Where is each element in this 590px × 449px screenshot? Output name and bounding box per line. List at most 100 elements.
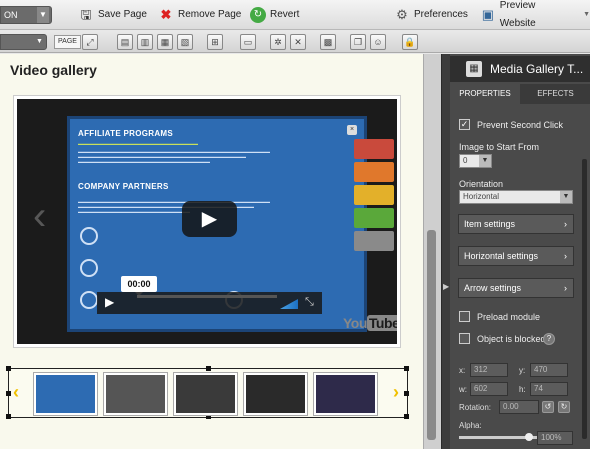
preview-website-button[interactable]: ▣ Preview Website ▼ <box>480 0 590 29</box>
arrow-settings-button[interactable]: Arrow settings › <box>458 278 574 298</box>
chevron-down-icon: ▼ <box>583 11 590 18</box>
media-gallery-icon: ▦ <box>466 61 482 77</box>
video-controls: ▶ ⤡ <box>97 292 322 314</box>
thumbnail[interactable] <box>34 373 97 415</box>
revert-button[interactable]: ↻ Revert <box>250 6 299 24</box>
help-icon[interactable]: ? <box>543 333 555 345</box>
slide-tab <box>354 231 394 251</box>
slide-text-block: ▬▬▬▬▬▬▬▬▬▬▬▬▬▬▬▬▬▬▬▬▬▬▬▬▬▬▬▬▬▬▬▬▬▬▬▬▬▬▬▬… <box>78 149 270 164</box>
orientation-select[interactable]: Horizontal ▼ <box>459 190 573 204</box>
volume-icon[interactable] <box>280 299 298 309</box>
thumbnail-strip[interactable]: ‹ › <box>6 366 409 419</box>
thumbnail[interactable] <box>174 373 237 415</box>
align-icon[interactable]: ⊞ <box>207 34 223 50</box>
panel-scrollbar[interactable] <box>582 159 587 439</box>
zoom-select[interactable]: ▼ <box>0 34 47 50</box>
x-input[interactable]: 312 <box>470 363 508 377</box>
delete-icon[interactable]: ✕ <box>290 34 306 50</box>
page-button[interactable]: PAGE <box>54 35 81 49</box>
secondary-toolbar: ▼ PAGE ⤢ ▤ ▥ ▦ ▧ ⊞ ▭ ✲ ✕ ▩ ❐ ☺ 🔒 <box>0 31 590 53</box>
rotate-right-icon[interactable]: ↻ <box>558 401 570 413</box>
resize-handle[interactable] <box>6 366 11 371</box>
chevron-right-icon: ▶ <box>443 282 450 291</box>
group-icon[interactable]: ▩ <box>320 34 336 50</box>
arrow-right-icon[interactable]: › <box>393 382 399 403</box>
slide-tab <box>354 185 394 205</box>
item-settings-label: Item settings <box>464 219 516 229</box>
save-page-button[interactable]: 🖫 Save Page <box>78 6 147 24</box>
settings-icon[interactable]: ✲ <box>270 34 286 50</box>
chevron-right-icon: › <box>564 251 567 261</box>
mode-select[interactable]: ON ▼ <box>0 6 52 24</box>
item-settings-button[interactable]: Item settings › <box>458 214 574 234</box>
alpha-slider-knob[interactable] <box>525 433 533 441</box>
youtube-logo-tube: Tube <box>366 315 397 331</box>
h-label: h: <box>519 385 526 394</box>
gear-icon: ⚙ <box>396 7 408 22</box>
save-page-label: Save Page <box>98 9 147 20</box>
chevron-down-icon: ▼ <box>479 155 491 167</box>
time-tooltip: 00:00 <box>121 276 157 296</box>
object-blocked-label: Object is blocked <box>477 334 546 344</box>
arrow-settings-label: Arrow settings <box>464 283 522 293</box>
h-input[interactable]: 74 <box>530 382 568 396</box>
resize-handle[interactable] <box>404 391 409 396</box>
prevent-second-click-label: Prevent Second Click <box>477 120 564 130</box>
horizontal-settings-button[interactable]: Horizontal settings › <box>458 246 574 266</box>
thumbnail[interactable] <box>104 373 167 415</box>
user-icon[interactable]: ☺ <box>370 34 386 50</box>
object-blocked-checkbox[interactable] <box>459 333 470 344</box>
lock-icon[interactable]: 🔒 <box>402 34 418 50</box>
send-back-icon[interactable]: ▧ <box>177 34 193 50</box>
y-input[interactable]: 470 <box>530 363 568 377</box>
slide-color-tabs <box>354 139 394 254</box>
preload-module-label: Preload module <box>477 312 541 322</box>
preferences-button[interactable]: ⚙ Preferences <box>394 6 468 24</box>
canvas-scrollbar[interactable] <box>423 54 441 449</box>
bring-forward-icon[interactable]: ▥ <box>137 34 153 50</box>
resize-icon[interactable]: ▭ <box>240 34 256 50</box>
chevron-right-icon: › <box>564 219 567 229</box>
play-icon[interactable]: ▶ <box>105 295 114 309</box>
chevron-right-icon: › <box>564 283 567 293</box>
resize-handle[interactable] <box>6 414 11 419</box>
arrow-left-icon[interactable]: ‹ <box>13 382 19 403</box>
tab-properties[interactable]: PROPERTIES <box>450 84 520 104</box>
slide-circle-icon <box>80 227 98 245</box>
resize-handle[interactable] <box>404 414 409 419</box>
prevent-second-click-checkbox[interactable]: ✓ <box>459 119 470 130</box>
preload-module-checkbox[interactable] <box>459 311 470 322</box>
video-player[interactable]: ‹ › AFFILIATE PROGRAMS ▬▬▬▬▬▬▬▬▬▬▬▬▬▬▬▬▬… <box>17 99 397 344</box>
fullscreen-icon[interactable]: ⤡ <box>305 296 314 309</box>
alpha-label: Alpha: <box>459 421 482 430</box>
resize-handle[interactable] <box>206 366 211 371</box>
video-player-widget[interactable]: ‹ › AFFILIATE PROGRAMS ▬▬▬▬▬▬▬▬▬▬▬▬▬▬▬▬▬… <box>13 95 401 348</box>
rotation-input[interactable]: 0.00 <box>499 400 539 414</box>
thumbnail[interactable] <box>314 373 377 415</box>
bring-front-icon[interactable]: ▤ <box>117 34 133 50</box>
page-canvas: Video gallery ‹ › AFFILIATE PROGRAMS ▬▬▬… <box>0 54 423 449</box>
thumbnail[interactable] <box>244 373 307 415</box>
remove-page-button[interactable]: ✖ Remove Page <box>158 6 242 24</box>
youtube-logo-you: You <box>343 315 367 331</box>
slide-decoration-line: ▬▬▬▬▬▬▬▬▬▬▬▬▬▬▬▬▬▬▬▬▬▬▬▬▬▬▬▬▬▬ <box>78 141 198 146</box>
panel-collapse-edge[interactable]: ▶ <box>442 54 450 449</box>
alpha-input[interactable]: 100% <box>537 431 573 445</box>
resize-handle[interactable] <box>6 391 11 396</box>
tab-effects[interactable]: EFFECTS <box>520 84 590 104</box>
slide-heading: AFFILIATE PROGRAMS <box>78 129 174 138</box>
close-icon: × <box>347 125 357 135</box>
preview-window-icon: ▣ <box>481 7 495 22</box>
image-start-select[interactable]: 0 ▼ <box>459 154 492 168</box>
send-backward-icon[interactable]: ▦ <box>157 34 173 50</box>
scrollbar-thumb[interactable] <box>427 230 436 440</box>
w-input[interactable]: 602 <box>470 382 508 396</box>
copy-icon[interactable]: ❐ <box>350 34 366 50</box>
resize-handle[interactable] <box>404 366 409 371</box>
preferences-label: Preferences <box>414 9 468 20</box>
progress-bar[interactable] <box>137 295 277 298</box>
chevron-down-icon: ▼ <box>36 38 43 45</box>
play-icon[interactable]: ▶ <box>182 201 237 237</box>
rotate-left-icon[interactable]: ↺ <box>542 401 554 413</box>
fit-screen-icon[interactable]: ⤢ <box>82 34 98 50</box>
